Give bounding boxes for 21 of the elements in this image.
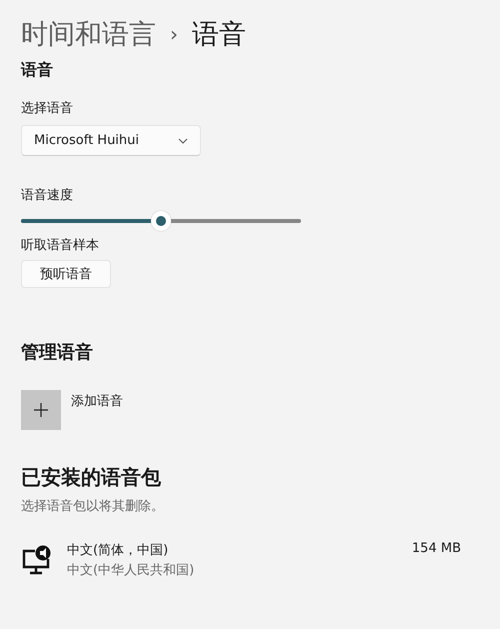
section-heading: 语音 [21, 60, 54, 81]
plus-icon [34, 403, 48, 417]
field-label: 听取语音样本 [21, 237, 100, 254]
language-pack-name: 中文(简体，中国) [67, 542, 170, 559]
add-voice-label: 添加语音 [71, 393, 123, 410]
breadcrumb-separator: › [170, 22, 178, 46]
section-heading: 管理语音 [21, 341, 94, 364]
slider-thumb[interactable] [151, 211, 171, 231]
monitor-speaker-icon [21, 545, 53, 575]
page-title: 语音 [192, 18, 246, 52]
field-label: 语音速度 [21, 187, 74, 204]
speed-slider[interactable] [21, 210, 301, 230]
language-pack-region: 中文(中华人民共和国) [67, 562, 196, 579]
voice-dropdown[interactable]: Microsoft Huihui [21, 125, 201, 156]
hint-text: 选择语音包以将其删除。 [21, 498, 165, 515]
breadcrumb-link[interactable]: 时间和语言 [21, 16, 156, 52]
chevron-down-icon [178, 138, 188, 144]
field-label: 选择语音 [21, 100, 74, 117]
section-heading: 已安装的语音包 [21, 464, 162, 491]
language-pack-size: 154 MB [412, 541, 461, 556]
preview-button[interactable]: 预听语音 [21, 260, 111, 288]
